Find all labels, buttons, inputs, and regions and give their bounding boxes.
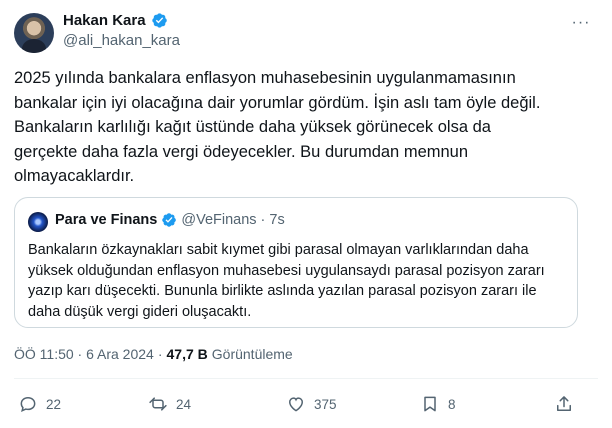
share-icon [557,396,571,411]
tweet-meta: ÖÖ 11:50 · 6 Ara 2024 · 47,7 B Görüntüle… [14,346,293,362]
author-name[interactable]: Hakan Kara [63,12,146,29]
reply-icon [20,396,36,412]
quote-text: Bankaların özkaynakları sabit kıymet gib… [28,242,545,320]
quote-time[interactable]: 7s [269,212,284,228]
quote-verified-badge-icon [162,213,177,227]
views-label: Görüntüleme [211,346,293,362]
quote-author-handle[interactable]: @VeFinans [181,212,256,228]
author-name-row: Hakan Kara [63,12,168,29]
like-icon [288,397,304,412]
action-bar: 22 24 375 8 [14,394,598,418]
tweet-timestamp[interactable]: ÖÖ 11:50 · 6 Ara 2024 [14,346,154,362]
quote-author-avatar[interactable] [28,212,48,232]
reply-button[interactable]: 22 [18,394,61,414]
quoted-tweet[interactable]: Para ve Finans @VeFinans · 7s Bankaların… [14,197,578,328]
quote-separator: · [260,212,266,228]
reply-count: 22 [46,396,62,412]
author-avatar[interactable] [14,13,54,53]
quote-author-name[interactable]: Para ve Finans [55,212,157,228]
views-count: 47,7 B [166,346,208,362]
divider [14,378,598,379]
quote-header: Para ve Finans @VeFinans · 7s [55,212,285,228]
bookmark-icon [424,396,436,412]
like-button[interactable]: 375 [286,394,337,414]
repost-icon [149,397,167,411]
tweet-text: 2025 yılında bankalara enflasyon muhaseb… [14,69,541,185]
share-button[interactable] [554,394,574,414]
repost-count: 24 [176,396,192,412]
more-icon[interactable]: ··· [570,14,592,32]
like-count: 375 [314,396,337,412]
verified-badge-icon [151,13,167,28]
author-handle[interactable]: @ali_hakan_kara [63,32,180,49]
bookmark-count: 8 [448,396,456,412]
meta-separator: · [157,346,163,362]
bookmark-button[interactable]: 8 [420,394,456,414]
repost-button[interactable]: 24 [148,394,191,414]
